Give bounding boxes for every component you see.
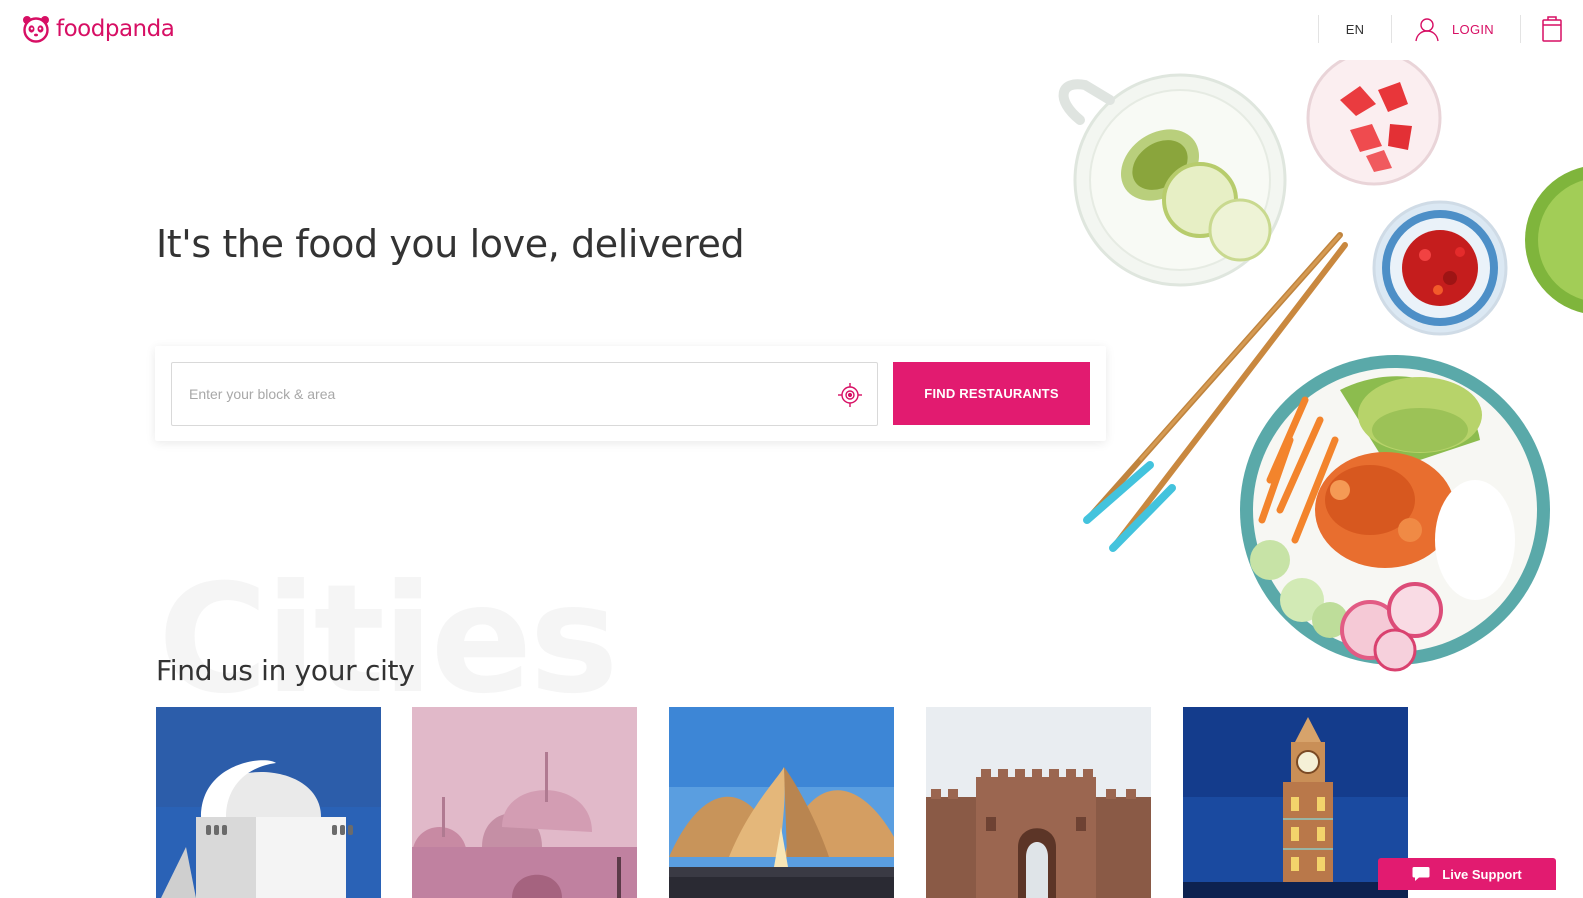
live-support-button[interactable]: Live Support [1378, 858, 1556, 890]
clock-tower-image [1183, 707, 1408, 898]
user-icon [1415, 18, 1439, 42]
city-card[interactable] [669, 707, 894, 898]
karachi-mausoleum-image [156, 707, 381, 898]
login-label: LOGIN [1452, 21, 1494, 37]
address-input[interactable] [172, 363, 846, 425]
hero-food-image [1058, 50, 1583, 672]
lahore-mosque-image [412, 707, 637, 898]
chat-bubble-icon [1412, 867, 1430, 881]
cities-background-word: Cities [158, 553, 619, 727]
panda-icon [23, 16, 49, 43]
live-support-label: Live Support [1442, 866, 1522, 882]
address-field [171, 362, 878, 426]
city-card[interactable] [1183, 707, 1408, 898]
search-panel: FIND RESTAURANTS [155, 346, 1106, 441]
fort-gate-image [926, 707, 1151, 898]
find-restaurants-button[interactable]: FIND RESTAURANTS [893, 362, 1090, 425]
islamabad-monument-image [669, 707, 894, 898]
language-selector[interactable]: EN [1319, 22, 1391, 37]
cart-icon [1542, 16, 1562, 42]
city-card[interactable] [412, 707, 637, 898]
hero-title: It's the food you love, delivered [156, 222, 745, 266]
city-card[interactable] [926, 707, 1151, 898]
city-card[interactable] [156, 707, 381, 898]
header-actions: EN LOGIN [1318, 14, 1583, 44]
cities-title: Find us in your city [156, 654, 415, 687]
foodpanda-logo[interactable]: foodpanda [22, 15, 175, 43]
logo-text: foodpanda [56, 16, 175, 42]
locate-me-icon[interactable] [837, 382, 863, 408]
login-button[interactable]: LOGIN [1392, 16, 1520, 42]
site-header: foodpanda EN LOGIN [0, 0, 1583, 60]
cart-button[interactable] [1521, 15, 1583, 43]
